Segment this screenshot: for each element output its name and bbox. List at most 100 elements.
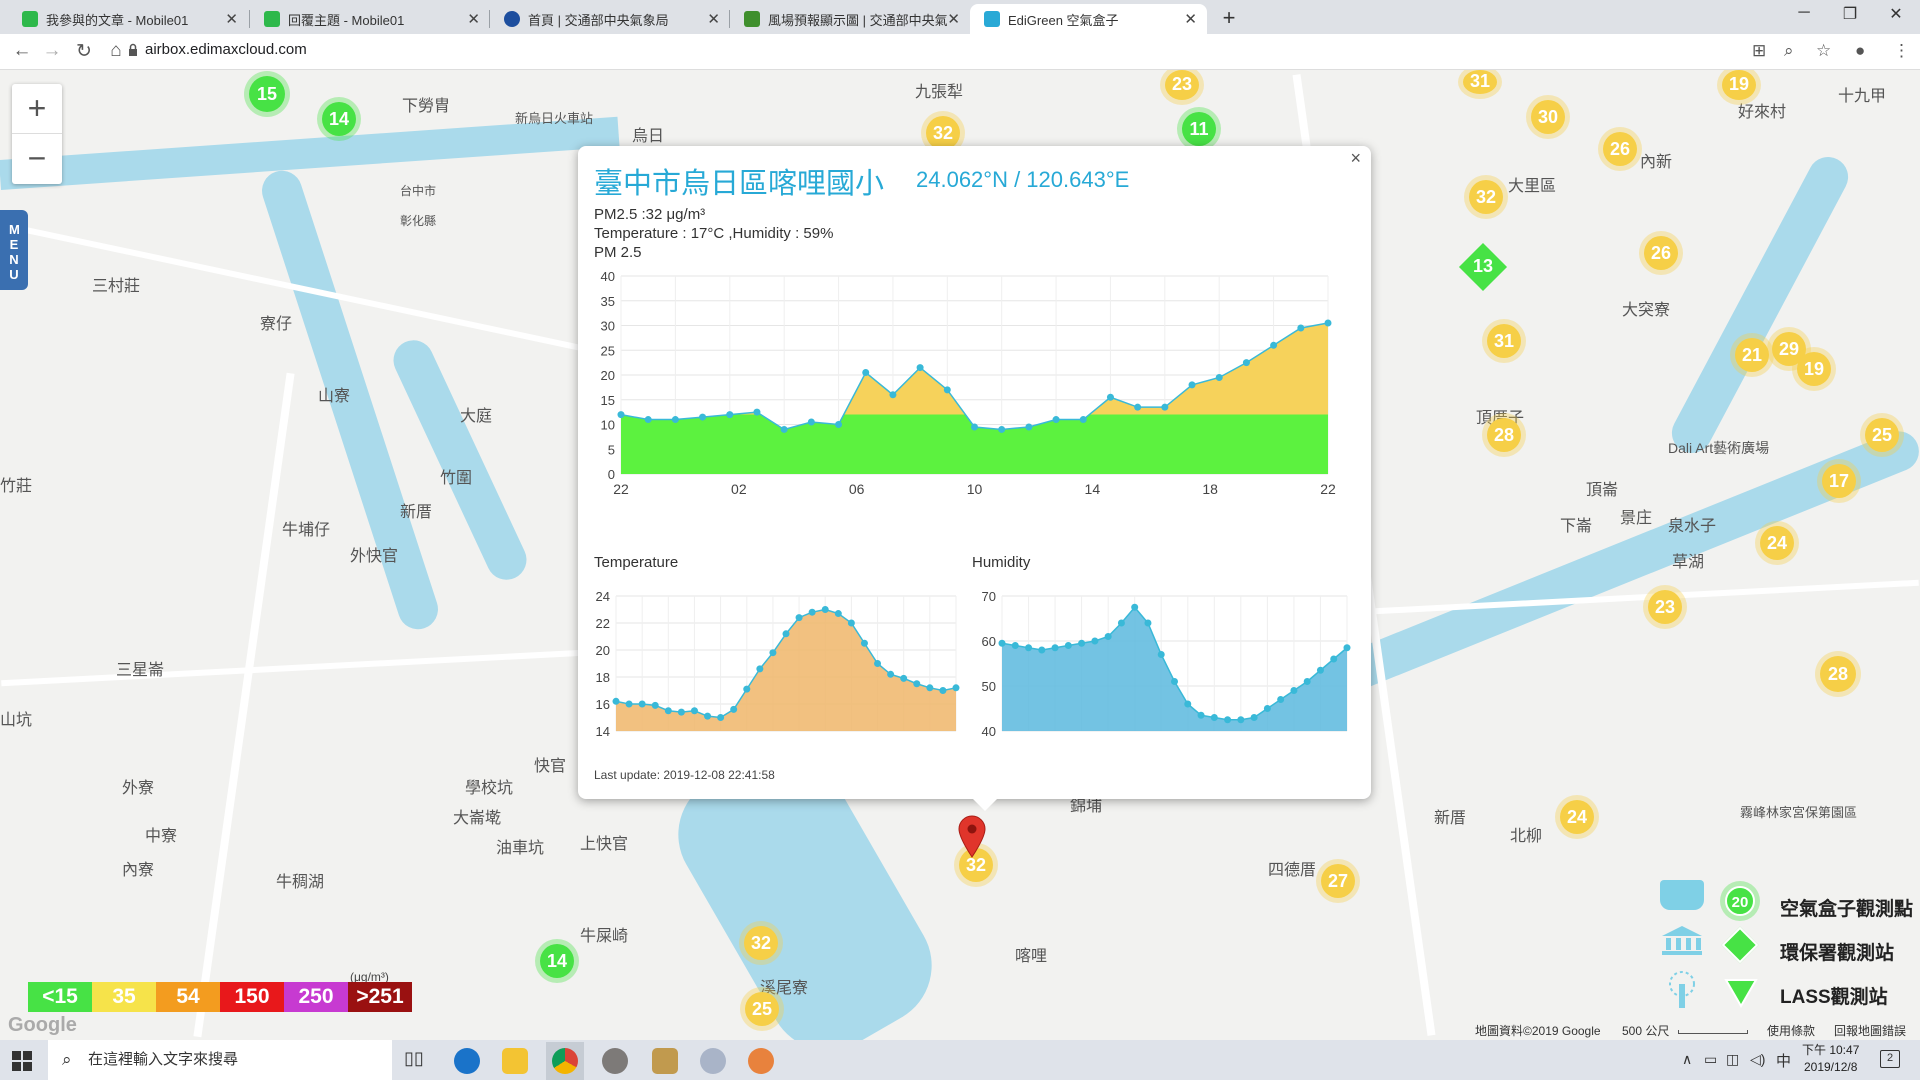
close-icon[interactable]: ✕ [1184,10,1197,28]
browser-tab-1[interactable]: 我參與的文章 - Mobile01 ✕ [8,4,248,34]
place-label: 竹莊 [0,478,33,495]
browser-tab-5-active[interactable]: EdiGreen 空氣盒子 ✕ [970,4,1207,34]
tray-expand-icon[interactable]: ∧ [1682,1051,1692,1068]
data-point [1131,603,1139,611]
data-point [889,391,897,399]
airbox-marker[interactable]: 21 [1735,338,1769,372]
y-tick-label: 24 [596,589,610,604]
bookmark-star-icon[interactable]: ☆ [1816,41,1831,61]
airbox-marker[interactable]: 24 [1560,800,1594,834]
close-icon[interactable]: ✕ [225,10,238,28]
data-point [756,665,764,673]
airbox-marker[interactable]: 30 [1531,100,1565,134]
file-explorer-icon[interactable] [502,1048,528,1074]
chrome-icon[interactable] [552,1048,578,1074]
network-icon[interactable]: ◫ [1726,1051,1739,1068]
edge-browser-icon[interactable] [454,1048,480,1074]
zoom-in-button[interactable]: + [12,84,62,134]
volume-icon[interactable]: ◁) [1750,1051,1765,1068]
airbox-marker[interactable]: 31 [1463,70,1497,94]
place-label: 四德厝 [1268,862,1317,879]
place-label: 北柳 [1510,828,1543,845]
location-pin-icon[interactable] [957,814,987,858]
airbox-marker[interactable]: 27 [1321,864,1355,898]
airbox-marker[interactable]: 14 [322,102,356,136]
tab-label: 回覆主題 - Mobile01 [288,12,405,28]
airbox-marker[interactable]: 25 [1865,418,1899,452]
airbox-marker[interactable]: 28 [1820,656,1856,692]
app-icon[interactable] [652,1048,678,1074]
zoom-out-button[interactable]: − [12,134,62,184]
forward-icon[interactable]: → [40,40,64,62]
task-view-icon[interactable]: ▯▯ [404,1048,424,1069]
airbox-marker[interactable]: 26 [1603,132,1637,166]
popup-close-button[interactable]: × [1350,148,1361,169]
app-icon[interactable] [602,1048,628,1074]
close-icon[interactable]: ✕ [467,10,480,28]
data-point [1316,666,1324,674]
data-point [780,425,788,433]
new-tab-button[interactable]: + [1215,4,1243,32]
translate-icon[interactable]: ⊞ [1752,41,1766,61]
data-point [1025,644,1033,652]
airbox-marker[interactable]: 15 [249,76,285,112]
airbox-marker[interactable]: 11 [1182,112,1216,146]
airbox-marker[interactable]: 19 [1722,70,1756,100]
zoom-icon[interactable]: ⌕ [1784,41,1794,61]
airbox-marker[interactable]: 25 [745,992,779,1026]
data-point [625,700,633,708]
map-scale[interactable]: 500 公尺 [1622,1022,1669,1039]
notification-icon[interactable]: 2 [1880,1050,1900,1068]
report-map-error-link[interactable]: 回報地圖錯誤 [1834,1022,1906,1039]
airbox-marker[interactable]: 24 [1760,526,1794,560]
browser-tab-2[interactable]: 回覆主題 - Mobile01 ✕ [250,4,490,34]
place-label: 中寮 [145,828,178,845]
close-window-icon[interactable]: ✕ [1876,4,1916,24]
minimize-icon[interactable]: ─ [1784,4,1824,22]
browser-tab-3[interactable]: 首頁 | 交通部中央氣象局 ✕ [490,4,730,34]
airbox-marker[interactable]: 31 [1487,324,1521,358]
menu-button[interactable]: MENU [0,210,28,290]
data-point [1079,416,1087,424]
data-point [1011,642,1019,649]
address-bar[interactable]: airbox.edimaxcloud.com [145,41,307,58]
airbox-marker[interactable]: 19 [1797,352,1831,386]
windows-start-icon[interactable] [12,1051,32,1071]
blender-icon[interactable] [748,1048,774,1074]
app-icon[interactable] [700,1048,726,1074]
airbox-marker[interactable]: 26 [1644,236,1678,270]
close-icon[interactable]: ✕ [707,10,720,28]
ime-indicator[interactable]: 中 [1776,1050,1791,1071]
y-tick-label: 0 [608,467,615,482]
system-clock[interactable]: 下午 10:47 2019/12/8 [1802,1042,1859,1076]
search-icon: ⌕ [62,1050,72,1069]
browser-tab-4[interactable]: 風場預報顯示圖 | 交通部中央氣 ✕ [730,4,970,34]
y-tick-label: 15 [601,393,615,408]
restore-icon[interactable]: ❐ [1830,4,1870,24]
airbox-marker[interactable]: 28 [1487,418,1521,452]
y-tick-label: 50 [982,679,996,694]
close-icon[interactable]: ✕ [947,10,960,28]
data-point [1117,619,1125,627]
tab-label: 我參與的文章 - Mobile01 [46,12,189,28]
airbox-marker[interactable]: 14 [540,944,574,978]
menu-dots-icon[interactable]: ⋮ [1893,41,1910,61]
battery-icon[interactable]: ▭ [1704,1051,1717,1068]
airbox-marker[interactable]: 23 [1165,70,1199,100]
reload-icon[interactable]: ↻ [72,40,96,63]
home-icon[interactable]: ⌂ [104,40,128,62]
back-icon[interactable]: ← [10,40,34,62]
airbox-marker[interactable]: 23 [1648,590,1682,624]
terms-link[interactable]: 使用條款 [1767,1022,1815,1039]
airbox-marker[interactable]: 32 [744,926,778,960]
profile-icon[interactable]: ● [1855,41,1865,61]
pm25-area [621,323,1328,474]
airbox-marker[interactable]: 32 [926,116,960,150]
data-point [939,687,947,694]
data-point [998,425,1006,433]
data-point [1171,678,1178,685]
airbox-marker[interactable]: 17 [1822,464,1856,498]
place-label: 大突寮 [1622,302,1671,319]
airbox-marker[interactable]: 32 [1469,180,1503,214]
taskbar-search-box[interactable]: ⌕ 在這裡輸入文字來搜尋 [48,1040,392,1080]
